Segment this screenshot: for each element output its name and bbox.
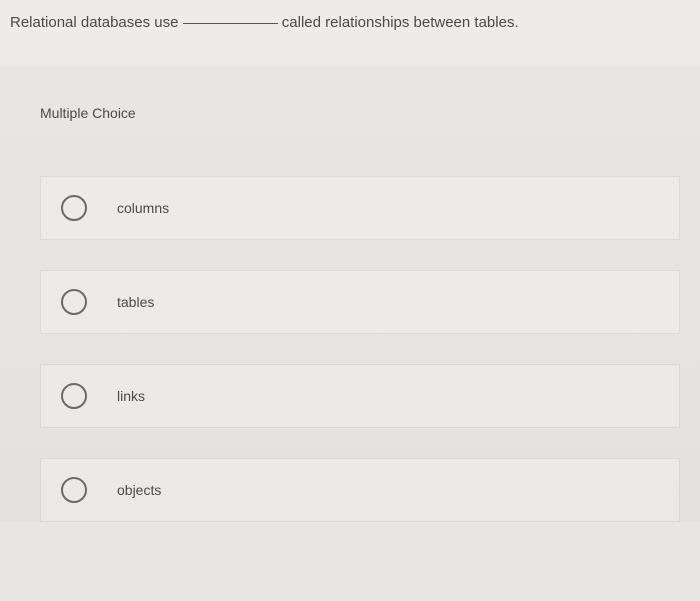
radio-icon: [61, 477, 87, 503]
question-prefix: Relational databases use: [10, 14, 183, 31]
fill-blank: [183, 23, 278, 24]
option-label: objects: [117, 482, 161, 498]
option-label: columns: [117, 200, 169, 216]
option-label: links: [117, 388, 145, 404]
radio-icon: [61, 195, 87, 221]
option-label: tables: [117, 294, 154, 310]
question-area: Relational databases use called relation…: [0, 0, 700, 65]
option-row[interactable]: tables: [40, 270, 680, 334]
question-text: Relational databases use called relation…: [10, 12, 690, 35]
option-row[interactable]: objects: [40, 458, 680, 522]
question-suffix: called relationships between tables.: [278, 14, 519, 31]
radio-icon: [61, 289, 87, 315]
section-label: Multiple Choice: [40, 105, 700, 121]
radio-icon: [61, 383, 87, 409]
option-row[interactable]: links: [40, 364, 680, 428]
option-row[interactable]: columns: [40, 176, 680, 240]
options-list: columns tables links objects: [40, 176, 700, 522]
answer-area: Multiple Choice columns tables links obj…: [0, 65, 700, 522]
